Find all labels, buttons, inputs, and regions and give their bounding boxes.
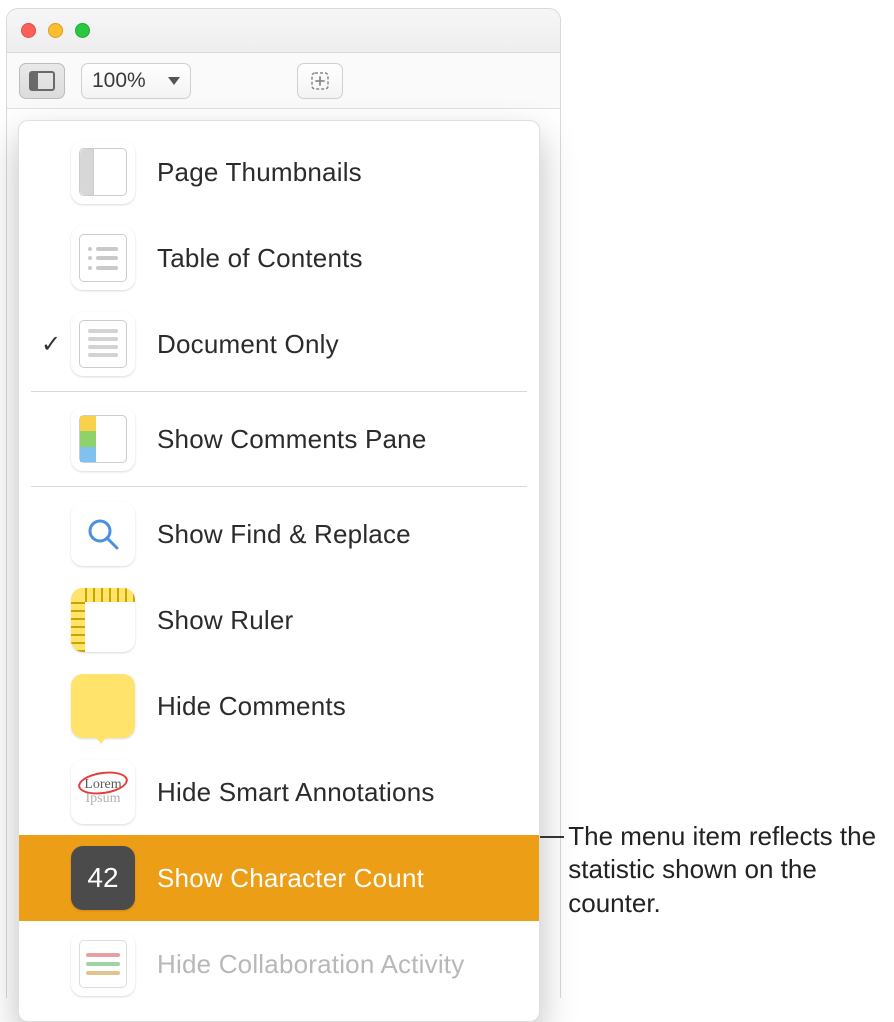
callout-leader-line [540,836,564,838]
menu-item-document-only[interactable]: ✓ Document Only [19,301,539,387]
window-zoom-button[interactable] [75,23,90,38]
table-of-contents-icon [71,226,135,290]
plus-icon [310,71,330,91]
menu-item-label: Show Ruler [157,605,293,636]
collaboration-activity-icon [71,932,135,996]
zoom-value: 100% [92,69,146,93]
comments-pane-icon [71,407,135,471]
menu-separator [31,486,527,487]
menu-item-label: Show Character Count [157,863,424,894]
document-only-icon [71,312,135,376]
menu-item-hide-smart-annotations[interactable]: LoremIpsum Hide Smart Annotations [19,749,539,835]
menu-item-label: Hide Smart Annotations [157,777,435,808]
checkmark-icon: ✓ [31,330,71,359]
menu-item-show-comments-pane[interactable]: Show Comments Pane [19,396,539,482]
menu-item-label: Document Only [157,329,339,360]
find-replace-icon [71,502,135,566]
chevron-down-icon [168,77,180,85]
menu-item-table-of-contents[interactable]: Table of Contents [19,215,539,301]
menu-item-show-ruler[interactable]: Show Ruler [19,577,539,663]
character-count-icon: 42 [71,846,135,910]
zoom-dropdown[interactable]: 100% [81,63,191,99]
menu-item-show-find-replace[interactable]: Show Find & Replace [19,491,539,577]
menu-item-page-thumbnails[interactable]: Page Thumbnails [19,129,539,215]
menu-item-label: Show Find & Replace [157,519,411,550]
menu-item-label: Hide Collaboration Activity [157,949,464,980]
titlebar [7,9,560,53]
menu-item-hide-collaboration-activity: Hide Collaboration Activity [19,921,539,1007]
toolbar: 100% [7,53,560,109]
callout-text: The menu item reflects the statistic sho… [568,820,890,920]
menu-item-label: Show Comments Pane [157,424,427,455]
insert-button[interactable] [297,63,343,99]
window-minimize-button[interactable] [48,23,63,38]
menu-item-show-character-count[interactable]: 42 Show Character Count [19,835,539,921]
search-icon [83,514,123,554]
page-thumbnails-icon [71,140,135,204]
window-close-button[interactable] [21,23,36,38]
comments-note-icon [71,674,135,738]
menu-item-hide-comments[interactable]: Hide Comments [19,663,539,749]
view-menu-dropdown: Page Thumbnails Table of Contents ✓ Docu… [18,120,540,1022]
ruler-icon [71,588,135,652]
menu-item-label: Hide Comments [157,691,346,722]
sidebar-icon [29,71,55,91]
callout-annotation: The menu item reflects the statistic sho… [540,820,890,920]
count-badge-value: 42 [87,862,118,894]
menu-separator [31,391,527,392]
view-menu-button[interactable] [19,63,65,99]
menu-item-label: Table of Contents [157,243,363,274]
menu-item-label: Page Thumbnails [157,157,362,188]
smart-annotations-icon: LoremIpsum [71,760,135,824]
